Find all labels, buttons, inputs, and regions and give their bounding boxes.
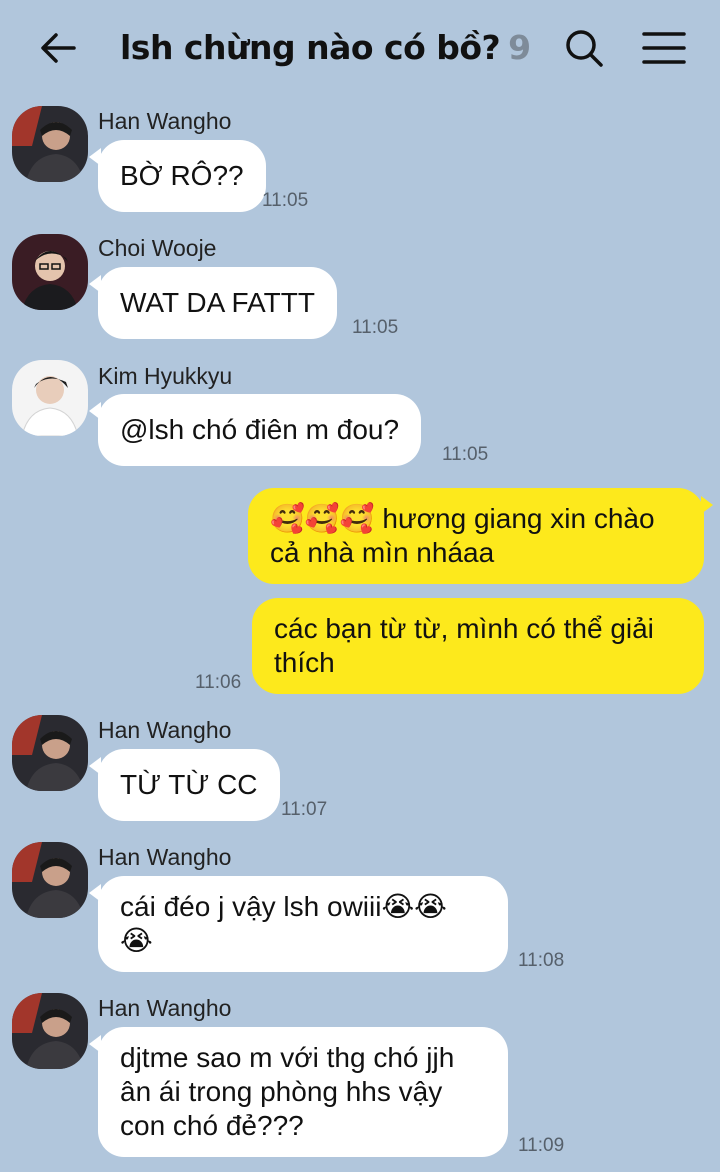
back-button[interactable] <box>36 26 80 70</box>
message-line: cả nhà mìn nháaa <box>270 537 495 568</box>
message-time: 11:09 <box>518 1135 565 1156</box>
message-bubble[interactable]: WAT DA FATTT <box>89 267 337 339</box>
avatar-han-wangho[interactable] <box>12 993 88 1069</box>
avatar-han-wangho[interactable] <box>12 715 88 791</box>
message-line: các bạn từ từ, mình có thể giải <box>274 613 654 644</box>
avatar-han-wangho[interactable] <box>12 106 88 182</box>
message-line: thích <box>274 647 335 678</box>
sender-name: Han Wangho <box>98 108 232 134</box>
profile-photo-icon <box>12 106 88 182</box>
profile-photo-icon <box>12 993 88 1069</box>
outgoing-message-bubble[interactable]: 🥰🥰🥰 hương giang xin chào cả nhà mìn nháa… <box>248 488 713 584</box>
message-line: ân ái trong phòng hhs vậy <box>120 1076 443 1107</box>
sender-name: Han Wangho <box>98 995 232 1021</box>
sender-name: Choi Wooje <box>98 235 217 261</box>
sender-name: Han Wangho <box>98 844 232 870</box>
profile-photo-icon <box>12 360 88 436</box>
menu-button[interactable] <box>640 26 688 70</box>
crying-face-emoji-icon: 😭 <box>120 924 153 957</box>
message-text: djtme sao m với thg chó jjh ân ái trong … <box>120 1041 454 1143</box>
smiling-hearts-emoji-icon: 🥰🥰🥰 <box>270 502 375 535</box>
message-time: 11:05 <box>262 190 309 211</box>
message-line: djtme sao m với thg chó jjh <box>120 1042 455 1073</box>
profile-photo-icon <box>12 715 88 791</box>
message-time: 11:05 <box>352 317 399 338</box>
profile-photo-icon <box>12 234 88 310</box>
chat-title-text: lsh chừng nào có bồ? <box>120 28 501 67</box>
message-time: 11:06 <box>195 672 242 693</box>
avatar-choi-wooje[interactable] <box>12 234 88 310</box>
message-line: hương giang xin chào <box>382 503 655 534</box>
message-text: cái đéo j vậy lsh owiii😭😭 😭 <box>120 890 447 958</box>
member-count: 9 <box>508 28 531 67</box>
message-bubble[interactable]: BỜ RÔ?? <box>89 140 266 212</box>
outgoing-message-bubble[interactable]: các bạn từ từ, mình có thể giải thích <box>252 598 704 694</box>
search-icon <box>566 30 603 67</box>
chat-header: lsh chừng nào có bồ? 9 <box>0 0 720 96</box>
message-time: 11:05 <box>442 444 489 465</box>
message-text: TỪ TỪ CC <box>120 769 258 800</box>
message-bubble[interactable]: TỪ TỪ CC <box>89 749 280 821</box>
message-bubble[interactable]: @lsh chó điên m đou? <box>88 394 422 466</box>
message-text: WAT DA FATTT <box>120 287 315 318</box>
arrow-left-icon <box>41 33 76 63</box>
message-text: BỜ RÔ?? <box>120 160 244 191</box>
avatar-kim-hyukkyu[interactable] <box>12 360 88 436</box>
sender-name: Kim Hyukkyu <box>98 363 233 389</box>
hamburger-menu-icon <box>642 32 686 64</box>
message-time: 11:08 <box>518 950 565 971</box>
message-line: cái đéo j vậy lsh owiii <box>120 891 382 922</box>
profile-photo-icon <box>12 842 88 918</box>
message-line: con chó đẻ??? <box>120 1110 304 1141</box>
crying-face-emoji-icon: 😭😭 <box>381 890 447 923</box>
message-text: 🥰🥰🥰 hương giang xin chào cả nhà mìn nháa… <box>270 502 655 570</box>
message-bubble[interactable]: cái đéo j vậy lsh owiii😭😭 😭 <box>89 876 508 972</box>
avatar-han-wangho[interactable] <box>12 842 88 918</box>
message-bubble[interactable]: djtme sao m với thg chó jjh ân ái trong … <box>89 1027 508 1157</box>
search-button[interactable] <box>562 26 606 70</box>
message-text: các bạn từ từ, mình có thể giải thích <box>274 612 654 680</box>
message-text: @lsh chó điên m đou? <box>120 414 400 445</box>
chat-title: lsh chừng nào có bồ? 9 <box>120 26 531 70</box>
sender-name: Han Wangho <box>98 717 232 743</box>
message-time: 11:07 <box>281 799 328 820</box>
